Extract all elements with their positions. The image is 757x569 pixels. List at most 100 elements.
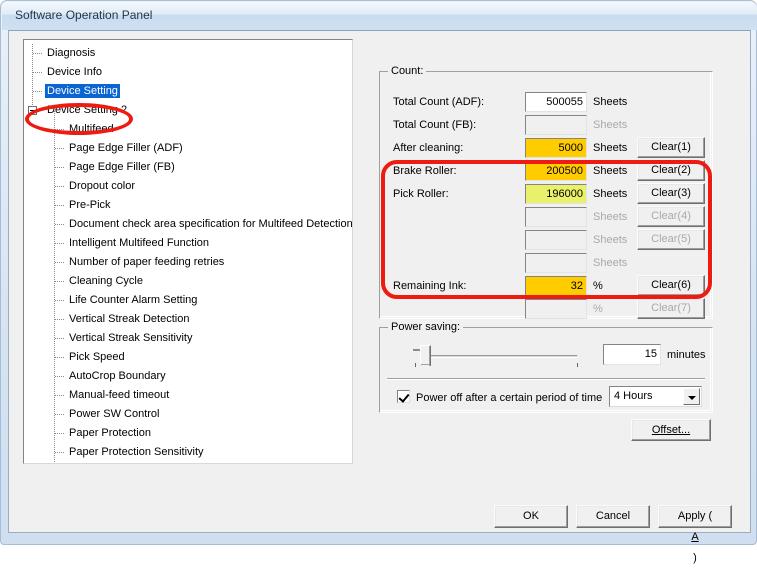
tree-item-label: Device Info xyxy=(47,66,103,79)
count-row-value-field[interactable]: 200500 xyxy=(525,161,587,181)
tree-item-dropout-color[interactable]: Dropout color xyxy=(24,177,352,196)
tree-item-document-check-area-specification-for-multifeed-detection[interactable]: Document check area specification for Mu… xyxy=(24,215,352,234)
count-row-unit-label: Sheets xyxy=(593,96,628,108)
tree-item-label: Pick Speed xyxy=(69,351,125,364)
clear-counter-button: Clear(7) xyxy=(637,298,705,319)
clear-counter-button[interactable]: Clear(1) xyxy=(637,137,705,158)
clear-counter-button: Clear(4) xyxy=(637,206,705,227)
application-window: Software Operation Panel Diagnosis Device… xyxy=(0,0,757,564)
tree-item-device-setting-2[interactable]: Device Setting 2 xyxy=(24,101,352,120)
power-saving-groupbox-title: Power saving: xyxy=(388,321,464,333)
tree-item-cleaning-cycle[interactable]: Cleaning Cycle xyxy=(24,272,352,291)
tree-item-life-counter-alarm-setting[interactable]: Life Counter Alarm Setting xyxy=(24,291,352,310)
ok-button-label: OK xyxy=(523,510,539,522)
offset-button[interactable]: Offset... xyxy=(631,419,711,441)
count-row-value-field[interactable] xyxy=(525,207,587,227)
cancel-button[interactable]: Cancel xyxy=(576,505,650,528)
power-saving-divider xyxy=(387,378,705,380)
count-row-unit-label: % xyxy=(593,303,603,315)
apply-button-label: Apply (A) xyxy=(677,510,713,564)
clear-counter-button-label: Clear(5) xyxy=(651,233,691,245)
count-row-unit-label: Sheets xyxy=(593,119,628,131)
tree-item-pick-speed[interactable]: Pick Speed xyxy=(24,348,352,367)
tree-connector-tick xyxy=(33,72,42,73)
clear-counter-button-label: Clear(4) xyxy=(651,210,691,222)
tree-item-page-edge-filler-adf[interactable]: Page Edge Filler (ADF) xyxy=(24,139,352,158)
tree-item-vertical-streak-sensitivity[interactable]: Vertical Streak Sensitivity xyxy=(24,329,352,348)
apply-button[interactable]: Apply (A) xyxy=(658,505,732,564)
tree-item-page-edge-filler-fb[interactable]: Page Edge Filler (FB) xyxy=(24,158,352,177)
count-row-value-field[interactable] xyxy=(525,253,587,273)
settings-tree[interactable]: Diagnosis Device Info Device Setting Device… xyxy=(23,39,353,464)
tree-item-intelligent-multifeed-function[interactable]: Intelligent Multifeed Function xyxy=(24,234,352,253)
count-row-value-field[interactable] xyxy=(525,230,587,250)
tree-collapse-icon[interactable] xyxy=(28,106,37,115)
tree-item-label: AutoCrop Boundary xyxy=(69,370,166,383)
tree-connector-tick xyxy=(55,243,64,244)
count-row-value-field[interactable] xyxy=(525,115,587,135)
power-off-duration-combobox[interactable]: 4 Hours xyxy=(609,386,702,407)
tree-item-label: Intelligent Multifeed Function xyxy=(69,237,210,250)
clear-counter-button[interactable]: Clear(2) xyxy=(637,160,705,181)
count-row-label: Total Count (FB): xyxy=(393,119,477,131)
tree-item-power-sw-control[interactable]: Power SW Control xyxy=(24,405,352,424)
tree-connector-tick xyxy=(55,224,64,225)
tree-item-maintenance-and-inspection-cycle[interactable]: Maintenance and Inspection Cycle xyxy=(24,462,352,463)
count-row-label: Total Count (ADF): xyxy=(393,96,485,108)
power-saving-slider-track[interactable] xyxy=(420,355,578,358)
count-row-unit-label: Sheets xyxy=(593,234,628,246)
clear-counter-button[interactable]: Clear(6) xyxy=(637,275,705,296)
tree-connector-tick xyxy=(55,376,64,377)
tree-item-paper-protection[interactable]: Paper Protection xyxy=(24,424,352,443)
chevron-down-icon[interactable] xyxy=(683,388,700,405)
tree-connector-tick xyxy=(55,357,64,358)
power-saving-slider-thumb[interactable] xyxy=(420,345,431,370)
tree-connector-tick xyxy=(55,414,64,415)
power-off-label: Power off after a certain period of time xyxy=(416,392,603,404)
tree-connector-tick xyxy=(33,53,42,54)
count-row-unit-label: Sheets xyxy=(593,257,628,269)
tree-connector-tick xyxy=(55,167,64,168)
count-row-value-field[interactable]: 5000 xyxy=(525,138,587,158)
clear-counter-button[interactable]: Clear(3) xyxy=(637,183,705,204)
tree-item-paper-protection-sensitivity[interactable]: Paper Protection Sensitivity xyxy=(24,443,352,462)
tree-item-autocrop-boundary[interactable]: AutoCrop Boundary xyxy=(24,367,352,386)
title-bar: Software Operation Panel xyxy=(2,2,757,30)
tree-item-label: Vertical Streak Sensitivity xyxy=(69,332,193,345)
tree-item-pre-pick[interactable]: Pre-Pick xyxy=(24,196,352,215)
tree-item-number-of-paper-feeding-retries[interactable]: Number of paper feeding retries xyxy=(24,253,352,272)
tree-item-label: Page Edge Filler (FB) xyxy=(69,161,175,174)
tree-item-manual-feed-timeout[interactable]: Manual-feed timeout xyxy=(24,386,352,405)
count-row-label: Pick Roller: xyxy=(393,188,449,200)
count-row-value-field[interactable]: 500055 xyxy=(525,92,587,112)
count-row-unit-label: Sheets xyxy=(593,142,628,154)
tree-item-label: Document check area specification for Mu… xyxy=(69,218,353,231)
ok-button[interactable]: OK xyxy=(494,505,568,528)
tree-item-label: Multifeed xyxy=(69,123,114,136)
count-row-value-field[interactable] xyxy=(525,299,587,319)
tree-item-diagnosis[interactable]: Diagnosis xyxy=(24,44,352,63)
tree-item-label: Vertical Streak Detection xyxy=(69,313,190,326)
offset-button-label: Offset... xyxy=(651,424,691,436)
tree-connector-tick xyxy=(55,300,64,301)
count-row-value-field[interactable]: 196000 xyxy=(525,184,587,204)
tree-connector-tick xyxy=(33,91,42,92)
count-row-label: Remaining Ink: xyxy=(393,280,467,292)
tree-item-label: Cleaning Cycle xyxy=(69,275,143,288)
power-off-checkbox[interactable] xyxy=(397,390,410,403)
tree-connector-tick xyxy=(55,262,64,263)
slider-left-cap xyxy=(413,349,420,351)
tree-item-label: Number of paper feeding retries xyxy=(69,256,225,269)
tree-connector-tick xyxy=(55,338,64,339)
count-row-unit-label: % xyxy=(593,280,603,292)
tree-item-device-info[interactable]: Device Info xyxy=(24,63,352,82)
tree-connector-tick xyxy=(55,205,64,206)
tree-item-multifeed[interactable]: Multifeed xyxy=(24,120,352,139)
tree-connector-tick xyxy=(55,129,64,130)
power-saving-minutes-input[interactable]: 15 xyxy=(603,344,661,365)
tree-item-label: Page Edge Filler (ADF) xyxy=(69,142,183,155)
tree-item-device-setting[interactable]: Device Setting xyxy=(24,82,352,101)
tree-item-vertical-streak-detection[interactable]: Vertical Streak Detection xyxy=(24,310,352,329)
count-row-value-field[interactable]: 32 xyxy=(525,276,587,296)
count-row-label: After cleaning: xyxy=(393,142,464,154)
